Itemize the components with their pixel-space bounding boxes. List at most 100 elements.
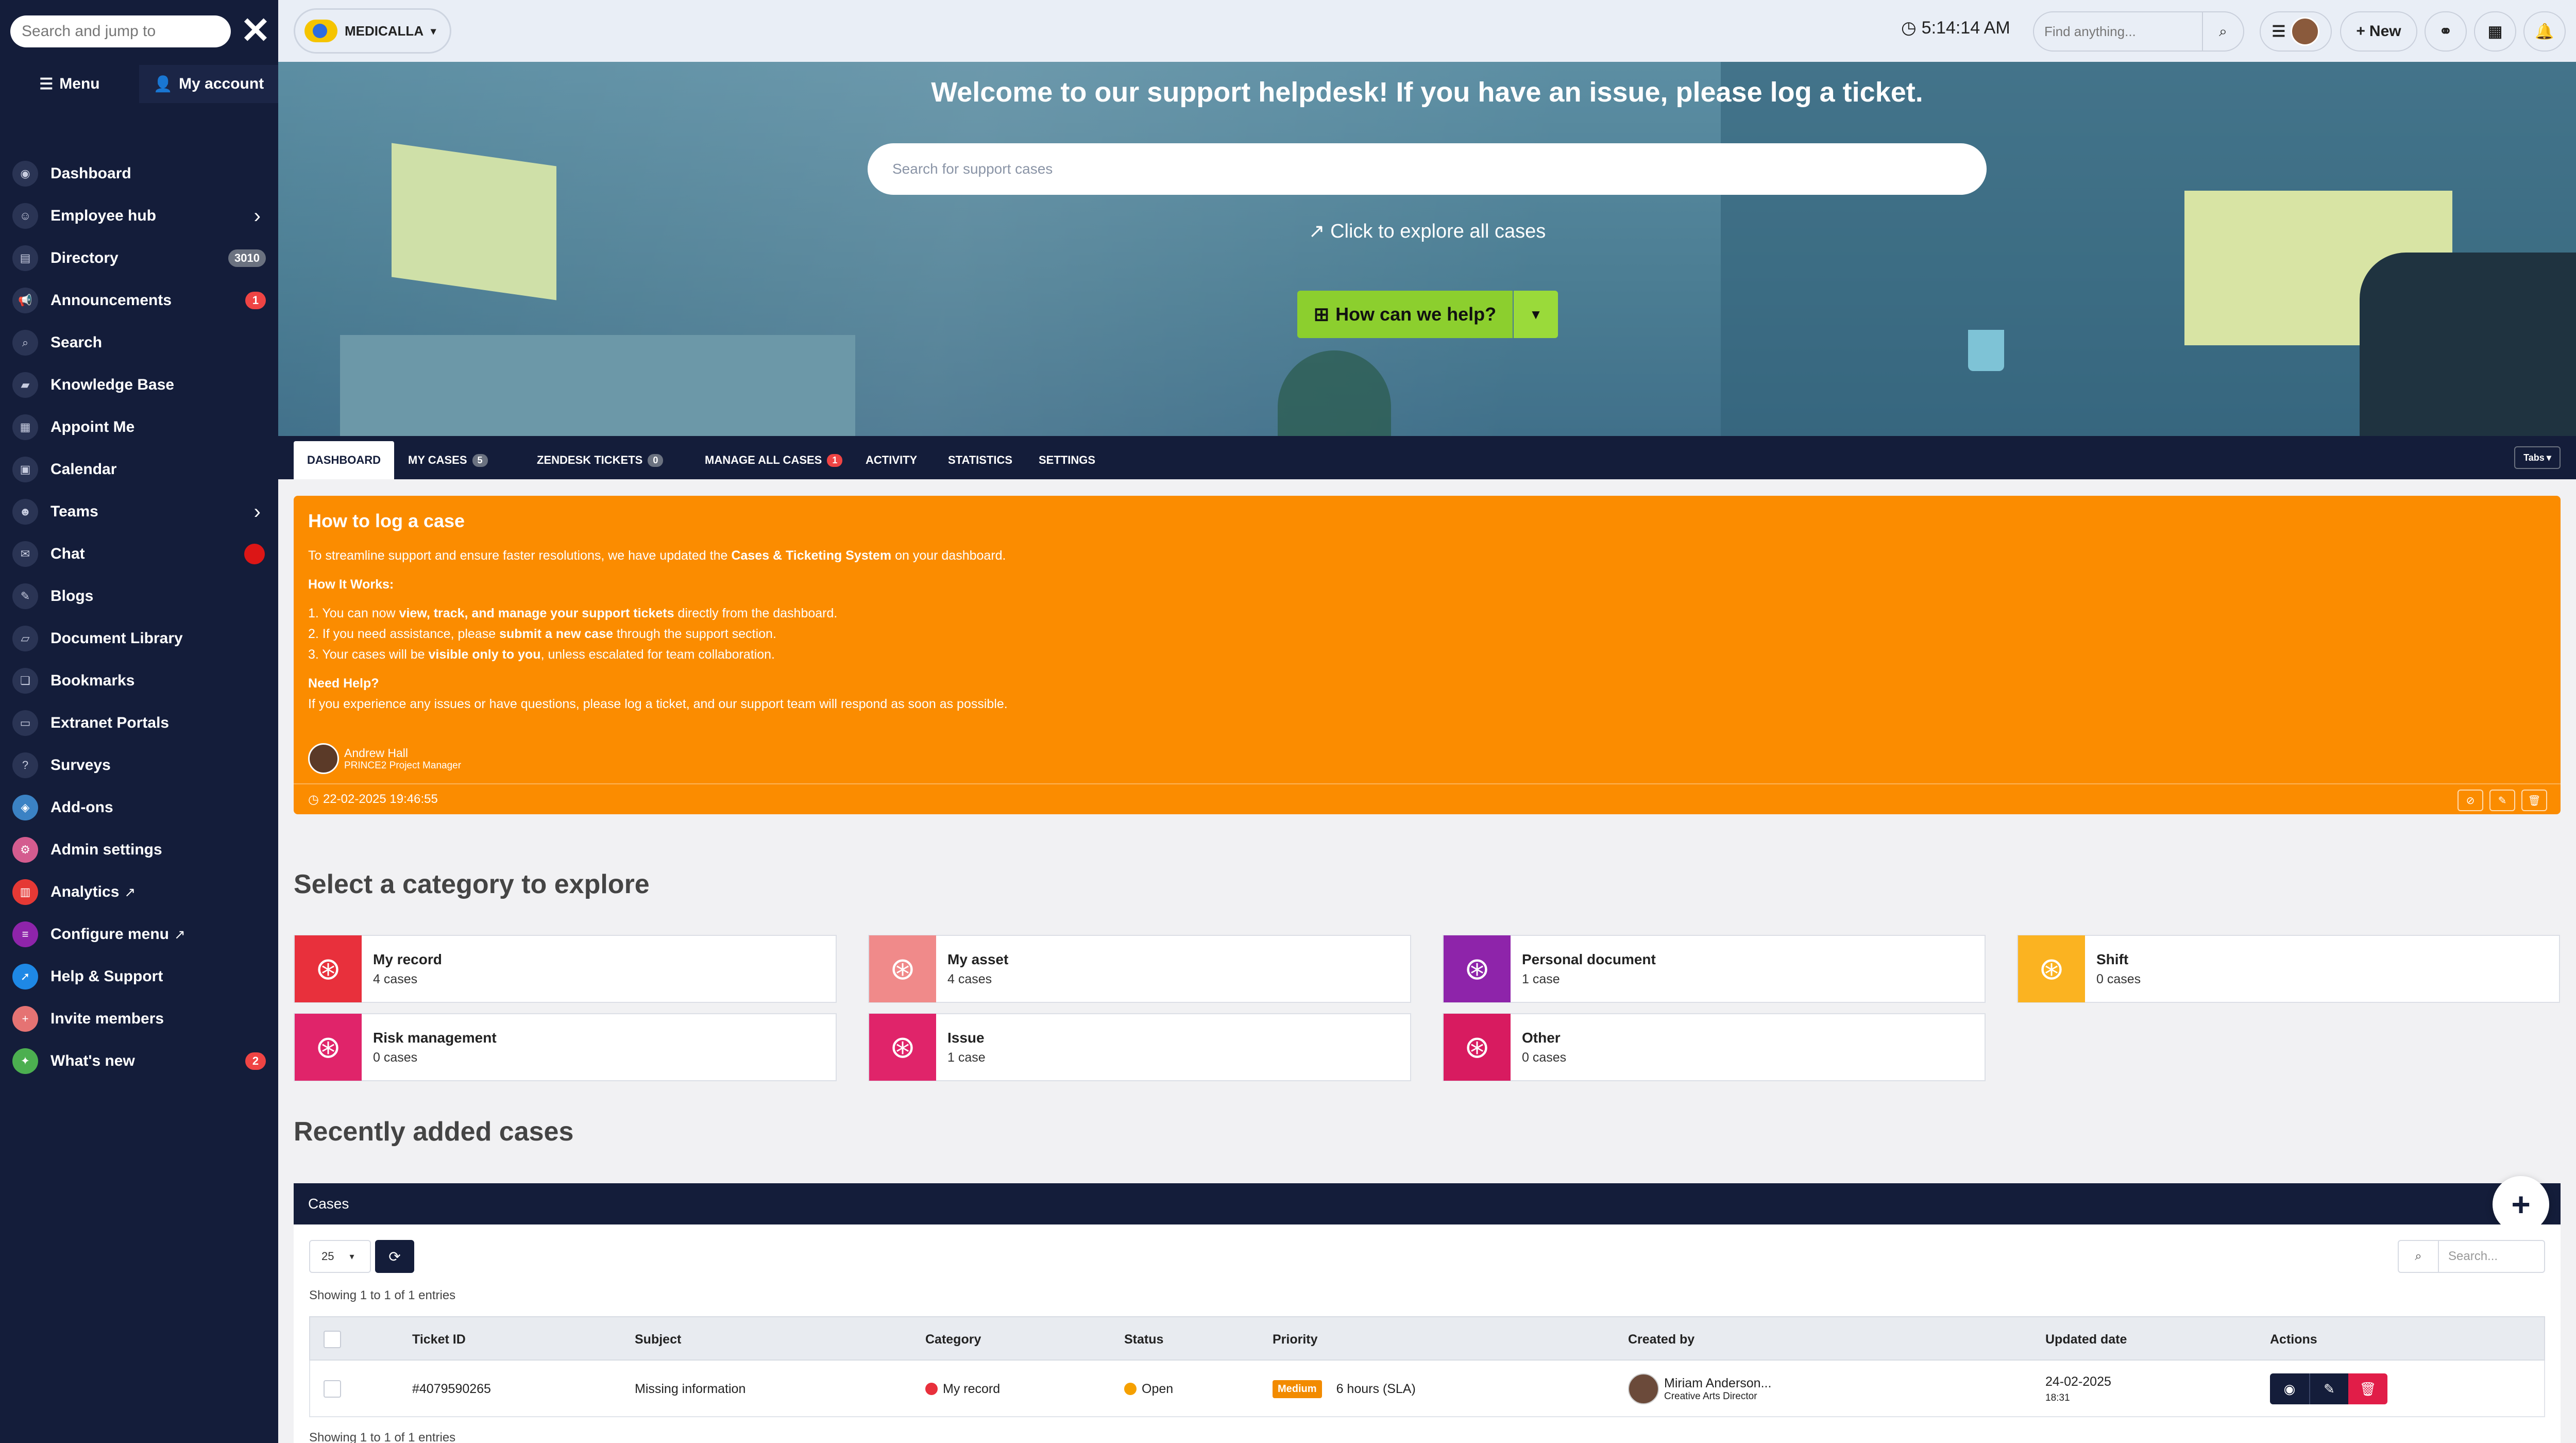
select-all-checkbox-cell	[324, 1317, 341, 1362]
delete-button[interactable]: 🗑	[2521, 790, 2547, 811]
link-button[interactable]: ⚭	[2425, 11, 2467, 52]
category-card-my-asset[interactable]: ⊛ My asset 4 cases	[868, 935, 1411, 1003]
edit-button[interactable]: ✎	[2309, 1373, 2348, 1404]
sidebar-item-invite-members[interactable]: + Invite members	[0, 998, 278, 1040]
page-size-select[interactable]: 25 ▾	[309, 1240, 371, 1273]
refresh-button[interactable]: ⟳	[375, 1240, 414, 1273]
sidebar-item-help-support[interactable]: ➚ Help & Support	[0, 955, 278, 998]
category-name: Other	[1522, 1029, 1561, 1046]
announcement-author[interactable]: Andrew Hall PRINCE2 Project Manager	[308, 743, 461, 774]
sidebar-item-document-library[interactable]: ▱ Document Library	[0, 617, 278, 660]
my-account-tab[interactable]: 👤 My account	[139, 65, 278, 103]
portal-icon: ▭	[12, 710, 38, 736]
category-card-my-record[interactable]: ⊛ My record 4 cases	[294, 935, 837, 1003]
column-header-status[interactable]: Status	[1124, 1317, 1163, 1362]
sidebar-item-surveys[interactable]: ? Surveys	[0, 744, 278, 786]
brand-switcher-button[interactable]: MEDICALLA ▾	[294, 8, 451, 54]
column-header-created-by[interactable]: Created by	[1628, 1317, 1694, 1362]
subject-cell[interactable]: Missing information	[635, 1361, 745, 1417]
sidebar-item-search[interactable]: ⌕ Search	[0, 322, 278, 364]
author-info: Andrew Hall PRINCE2 Project Manager	[344, 746, 461, 771]
global-search-input[interactable]: Find anything...	[2033, 11, 2203, 52]
table-row[interactable]: #4079590265 Missing information My recor…	[309, 1361, 2545, 1417]
lifebuoy-icon: ⊛	[869, 935, 936, 1002]
hide-button[interactable]: ⊘	[2458, 790, 2483, 811]
sidebar-item-knowledge-base[interactable]: ▰ Knowledge Base	[0, 364, 278, 406]
profile-menu-button[interactable]: ☰	[2260, 11, 2332, 52]
sidebar-item-directory[interactable]: ▤ Directory 3010	[0, 237, 278, 279]
menu-tab[interactable]: ☰ Menu	[0, 65, 139, 103]
how-it-works-heading: How It Works:	[308, 577, 394, 592]
ticket-id-cell[interactable]: #4079590265	[412, 1361, 491, 1417]
column-header-priority[interactable]: Priority	[1273, 1317, 1318, 1362]
category-card-personal-document[interactable]: ⊛ Personal document 1 case	[1443, 935, 1986, 1003]
brand-name: MEDICALLA	[345, 23, 424, 39]
tab-settings[interactable]: SETTINGS	[1025, 441, 1109, 479]
tab-manage-all-cases[interactable]: MANAGE ALL CASES 1	[691, 441, 856, 479]
sidebar-item-configure-menu[interactable]: ≡ Configure menu ↗	[0, 913, 278, 955]
close-icon[interactable]: ✕	[240, 12, 271, 48]
created-by-cell[interactable]: Miriam Anderson... Creative Arts Directo…	[1628, 1361, 1771, 1417]
sidebar-item-chat[interactable]: ✉ Chat	[0, 533, 278, 575]
column-header-updated-date[interactable]: Updated date	[2045, 1317, 2127, 1362]
tab-statistics[interactable]: STATISTICS	[935, 441, 1026, 479]
tab-dashboard[interactable]: DASHBOARD	[294, 441, 394, 479]
help-dropdown-toggle[interactable]: ▼	[1514, 291, 1558, 338]
column-header-category[interactable]: Category	[925, 1317, 981, 1362]
menu-list-icon: ≡	[12, 921, 38, 947]
user-cog-icon: 👤	[153, 75, 173, 93]
sidebar-item-appoint-me[interactable]: ▦ Appoint Me	[0, 406, 278, 448]
sidebar-item-blogs[interactable]: ✎ Blogs	[0, 575, 278, 617]
how-can-we-help-button[interactable]: ⊞ How can we help?	[1297, 291, 1513, 338]
sidebar-item-announcements[interactable]: 📢 Announcements 1	[0, 279, 278, 322]
table-search-input[interactable]: Search...	[2439, 1240, 2545, 1273]
edit-button[interactable]: ✎	[2489, 790, 2515, 811]
step-item: 2. If you need assistance, please submit…	[308, 624, 2546, 644]
sidebar-item-dashboard[interactable]: ◉ Dashboard	[0, 153, 278, 195]
sidebar-item-analytics[interactable]: ▥ Analytics ↗	[0, 871, 278, 913]
sidebar-item-add-ons[interactable]: ◈ Add-ons	[0, 786, 278, 829]
row-checkbox[interactable]	[324, 1380, 341, 1398]
tabs-dropdown[interactable]: Tabs ▾	[2514, 446, 2561, 469]
column-header-subject[interactable]: Subject	[635, 1317, 681, 1362]
sidebar-item-calendar[interactable]: ▣ Calendar	[0, 448, 278, 491]
select-all-checkbox[interactable]	[324, 1331, 341, 1348]
sidebar-item-whats-new[interactable]: ✦ What's new 2	[0, 1040, 278, 1082]
sidebar-search-input[interactable]: Search and jump to	[10, 15, 231, 47]
category-card-risk-management[interactable]: ⊛ Risk management 0 cases	[294, 1013, 837, 1081]
tab-my-cases[interactable]: MY CASES 5	[395, 441, 501, 479]
hero-title: Welcome to our support helpdesk! If you …	[931, 77, 1923, 108]
sidebar-item-bookmarks[interactable]: ❏ Bookmarks	[0, 660, 278, 702]
clock-icon: ◷	[1901, 18, 1917, 38]
search-icon: ⌕	[2219, 23, 2227, 39]
column-header-ticket-id[interactable]: Ticket ID	[412, 1317, 466, 1362]
lifebuoy-icon: ⊛	[1444, 1014, 1511, 1081]
sidebar-item-extranet-portals[interactable]: ▭ Extranet Portals	[0, 702, 278, 744]
creator-role: Creative Arts Director	[1664, 1390, 1757, 1402]
sidebar-item-admin-settings[interactable]: ⚙ Admin settings	[0, 829, 278, 871]
support-search-input[interactable]: Search for support cases	[868, 143, 1987, 195]
delete-button[interactable]: 🗑	[2348, 1373, 2387, 1404]
sidebar-item-label: Dashboard	[50, 165, 131, 182]
calendar-button[interactable]: ▦	[2474, 11, 2516, 52]
tab-label: SETTINGS	[1039, 454, 1096, 466]
view-button[interactable]: ◉	[2270, 1373, 2309, 1404]
new-button[interactable]: + New	[2340, 11, 2417, 52]
tab-zendesk-tickets[interactable]: ZENDESK TICKETS 0	[523, 441, 676, 479]
sidebar-item-teams[interactable]: ☻ Teams ›	[0, 491, 278, 533]
search-button[interactable]: ⌕	[2203, 11, 2244, 52]
explore-cases-link[interactable]: ↗ Click to explore all cases	[278, 220, 2576, 243]
category-value: My record	[943, 1381, 1001, 1396]
category-card-other[interactable]: ⊛ Other 0 cases	[1443, 1013, 1986, 1081]
notifications-button[interactable]: 🔔	[2523, 11, 2566, 52]
category-card-shift[interactable]: ⊛ Shift 0 cases	[2017, 935, 2560, 1003]
pencil-icon: ✎	[2324, 1381, 2335, 1397]
category-card-issue[interactable]: ⊛ Issue 1 case	[868, 1013, 1411, 1081]
blog-icon: ✎	[12, 583, 38, 609]
sidebar-item-employee-hub[interactable]: ☺ Employee hub ›	[0, 195, 278, 237]
category-count: 0 cases	[1522, 1050, 1567, 1065]
sidebar-item-label: What's new	[50, 1052, 135, 1069]
tab-activity[interactable]: ACTIVITY	[852, 441, 930, 479]
intro-text: To streamline support and ensure faster …	[308, 548, 732, 563]
sidebar-item-label: Chat	[50, 545, 85, 562]
